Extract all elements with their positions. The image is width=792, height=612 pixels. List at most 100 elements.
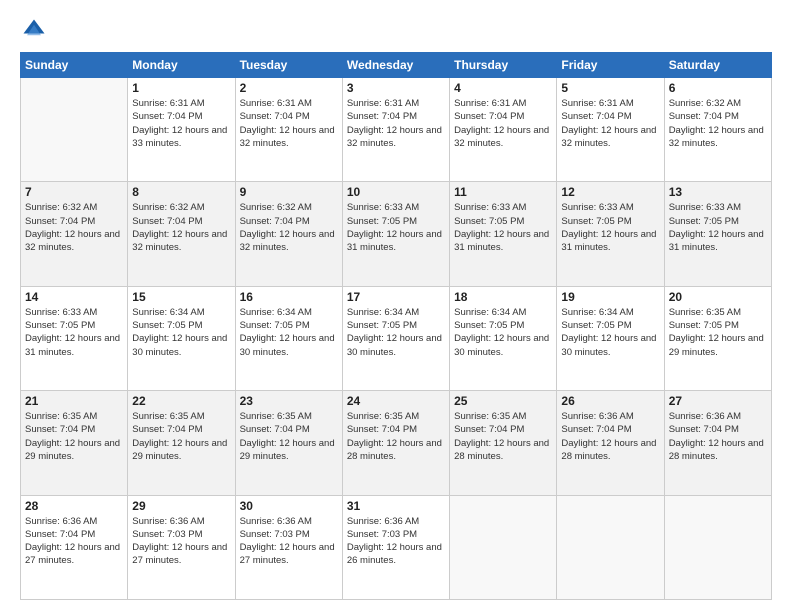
calendar-day-cell: 5 Sunrise: 6:31 AM Sunset: 7:04 PM Daylig…	[557, 78, 664, 182]
day-number: 13	[669, 185, 767, 199]
day-number: 15	[132, 290, 230, 304]
day-of-week-header: Monday	[128, 53, 235, 78]
calendar-day-cell	[21, 78, 128, 182]
calendar-day-cell	[450, 495, 557, 599]
day-number: 2	[240, 81, 338, 95]
calendar-day-cell: 2 Sunrise: 6:31 AM Sunset: 7:04 PM Daylig…	[235, 78, 342, 182]
day-info: Sunrise: 6:35 AM Sunset: 7:04 PM Dayligh…	[347, 410, 445, 463]
day-number: 29	[132, 499, 230, 513]
calendar-day-cell: 15 Sunrise: 6:34 AM Sunset: 7:05 PM Dayli…	[128, 286, 235, 390]
day-number: 8	[132, 185, 230, 199]
calendar-day-cell: 24 Sunrise: 6:35 AM Sunset: 7:04 PM Dayli…	[342, 391, 449, 495]
day-info: Sunrise: 6:34 AM Sunset: 7:05 PM Dayligh…	[132, 306, 230, 359]
calendar-day-cell: 29 Sunrise: 6:36 AM Sunset: 7:03 PM Dayli…	[128, 495, 235, 599]
day-of-week-header: Tuesday	[235, 53, 342, 78]
day-info: Sunrise: 6:31 AM Sunset: 7:04 PM Dayligh…	[347, 97, 445, 150]
day-info: Sunrise: 6:31 AM Sunset: 7:04 PM Dayligh…	[454, 97, 552, 150]
day-info: Sunrise: 6:31 AM Sunset: 7:04 PM Dayligh…	[240, 97, 338, 150]
day-of-week-header: Wednesday	[342, 53, 449, 78]
day-info: Sunrise: 6:32 AM Sunset: 7:04 PM Dayligh…	[240, 201, 338, 254]
day-info: Sunrise: 6:34 AM Sunset: 7:05 PM Dayligh…	[561, 306, 659, 359]
day-of-week-header: Friday	[557, 53, 664, 78]
day-info: Sunrise: 6:35 AM Sunset: 7:05 PM Dayligh…	[669, 306, 767, 359]
day-number: 28	[25, 499, 123, 513]
day-info: Sunrise: 6:35 AM Sunset: 7:04 PM Dayligh…	[132, 410, 230, 463]
calendar-day-cell: 8 Sunrise: 6:32 AM Sunset: 7:04 PM Daylig…	[128, 182, 235, 286]
calendar-day-cell: 11 Sunrise: 6:33 AM Sunset: 7:05 PM Dayli…	[450, 182, 557, 286]
day-number: 18	[454, 290, 552, 304]
day-number: 6	[669, 81, 767, 95]
header	[20, 16, 772, 44]
calendar-day-cell: 7 Sunrise: 6:32 AM Sunset: 7:04 PM Daylig…	[21, 182, 128, 286]
day-info: Sunrise: 6:32 AM Sunset: 7:04 PM Dayligh…	[669, 97, 767, 150]
day-number: 23	[240, 394, 338, 408]
day-info: Sunrise: 6:35 AM Sunset: 7:04 PM Dayligh…	[454, 410, 552, 463]
day-of-week-header: Thursday	[450, 53, 557, 78]
calendar-week-row: 28 Sunrise: 6:36 AM Sunset: 7:04 PM Dayli…	[21, 495, 772, 599]
day-number: 1	[132, 81, 230, 95]
calendar-day-cell: 10 Sunrise: 6:33 AM Sunset: 7:05 PM Dayli…	[342, 182, 449, 286]
day-number: 19	[561, 290, 659, 304]
day-number: 27	[669, 394, 767, 408]
calendar-day-cell: 23 Sunrise: 6:35 AM Sunset: 7:04 PM Dayli…	[235, 391, 342, 495]
day-number: 16	[240, 290, 338, 304]
day-info: Sunrise: 6:36 AM Sunset: 7:04 PM Dayligh…	[25, 515, 123, 568]
day-number: 5	[561, 81, 659, 95]
day-info: Sunrise: 6:34 AM Sunset: 7:05 PM Dayligh…	[454, 306, 552, 359]
calendar-day-cell: 20 Sunrise: 6:35 AM Sunset: 7:05 PM Dayli…	[664, 286, 771, 390]
calendar-day-cell	[557, 495, 664, 599]
logo	[20, 16, 52, 44]
calendar-day-cell: 14 Sunrise: 6:33 AM Sunset: 7:05 PM Dayli…	[21, 286, 128, 390]
day-info: Sunrise: 6:33 AM Sunset: 7:05 PM Dayligh…	[669, 201, 767, 254]
calendar-header-row: SundayMondayTuesdayWednesdayThursdayFrid…	[21, 53, 772, 78]
day-info: Sunrise: 6:34 AM Sunset: 7:05 PM Dayligh…	[347, 306, 445, 359]
calendar-day-cell: 30Sunrise: 6:36 AM Sunset: 7:03 PM Dayli…	[235, 495, 342, 599]
day-number: 25	[454, 394, 552, 408]
day-number: 10	[347, 185, 445, 199]
day-number: 3	[347, 81, 445, 95]
day-number: 9	[240, 185, 338, 199]
calendar-day-cell: 1 Sunrise: 6:31 AM Sunset: 7:04 PM Daylig…	[128, 78, 235, 182]
day-info: Sunrise: 6:32 AM Sunset: 7:04 PM Dayligh…	[132, 201, 230, 254]
page: SundayMondayTuesdayWednesdayThursdayFrid…	[0, 0, 792, 612]
day-number: 7	[25, 185, 123, 199]
calendar-day-cell: 27 Sunrise: 6:36 AM Sunset: 7:04 PM Dayli…	[664, 391, 771, 495]
day-number: 24	[347, 394, 445, 408]
day-of-week-header: Saturday	[664, 53, 771, 78]
calendar-day-cell: 21 Sunrise: 6:35 AM Sunset: 7:04 PM Dayli…	[21, 391, 128, 495]
day-number: 11	[454, 185, 552, 199]
calendar-day-cell: 3 Sunrise: 6:31 AM Sunset: 7:04 PM Daylig…	[342, 78, 449, 182]
calendar-day-cell: 12 Sunrise: 6:33 AM Sunset: 7:05 PM Dayli…	[557, 182, 664, 286]
day-info: Sunrise: 6:36 AM Sunset: 7:03 PM Dayligh…	[132, 515, 230, 568]
day-number: 21	[25, 394, 123, 408]
day-info: Sunrise: 6:35 AM Sunset: 7:04 PM Dayligh…	[25, 410, 123, 463]
day-number: 31	[347, 499, 445, 513]
calendar-day-cell: 26 Sunrise: 6:36 AM Sunset: 7:04 PM Dayli…	[557, 391, 664, 495]
day-number: 26	[561, 394, 659, 408]
calendar-day-cell: 9 Sunrise: 6:32 AM Sunset: 7:04 PM Daylig…	[235, 182, 342, 286]
calendar-day-cell: 18 Sunrise: 6:34 AM Sunset: 7:05 PM Dayli…	[450, 286, 557, 390]
calendar-day-cell: 16Sunrise: 6:34 AM Sunset: 7:05 PM Dayli…	[235, 286, 342, 390]
day-info: Sunrise: 6:32 AM Sunset: 7:04 PM Dayligh…	[25, 201, 123, 254]
day-number: 30	[240, 499, 338, 513]
day-info: Sunrise: 6:35 AM Sunset: 7:04 PM Dayligh…	[240, 410, 338, 463]
calendar-day-cell: 17 Sunrise: 6:34 AM Sunset: 7:05 PM Dayli…	[342, 286, 449, 390]
calendar-day-cell: 25 Sunrise: 6:35 AM Sunset: 7:04 PM Dayli…	[450, 391, 557, 495]
day-number: 12	[561, 185, 659, 199]
day-info: Sunrise: 6:33 AM Sunset: 7:05 PM Dayligh…	[25, 306, 123, 359]
day-info: Sunrise: 6:33 AM Sunset: 7:05 PM Dayligh…	[454, 201, 552, 254]
day-info: Sunrise: 6:31 AM Sunset: 7:04 PM Dayligh…	[132, 97, 230, 150]
calendar-day-cell: 4Sunrise: 6:31 AM Sunset: 7:04 PM Daylig…	[450, 78, 557, 182]
day-info: Sunrise: 6:36 AM Sunset: 7:04 PM Dayligh…	[561, 410, 659, 463]
day-info: Sunrise: 6:36 AM Sunset: 7:04 PM Dayligh…	[669, 410, 767, 463]
day-info: Sunrise: 6:33 AM Sunset: 7:05 PM Dayligh…	[561, 201, 659, 254]
calendar-week-row: 21 Sunrise: 6:35 AM Sunset: 7:04 PM Dayli…	[21, 391, 772, 495]
calendar-day-cell: 6 Sunrise: 6:32 AM Sunset: 7:04 PM Daylig…	[664, 78, 771, 182]
day-info: Sunrise: 6:31 AM Sunset: 7:04 PM Dayligh…	[561, 97, 659, 150]
calendar-day-cell: 28 Sunrise: 6:36 AM Sunset: 7:04 PM Dayli…	[21, 495, 128, 599]
day-info: Sunrise: 6:33 AM Sunset: 7:05 PM Dayligh…	[347, 201, 445, 254]
day-number: 20	[669, 290, 767, 304]
day-number: 17	[347, 290, 445, 304]
day-number: 14	[25, 290, 123, 304]
day-of-week-header: Sunday	[21, 53, 128, 78]
